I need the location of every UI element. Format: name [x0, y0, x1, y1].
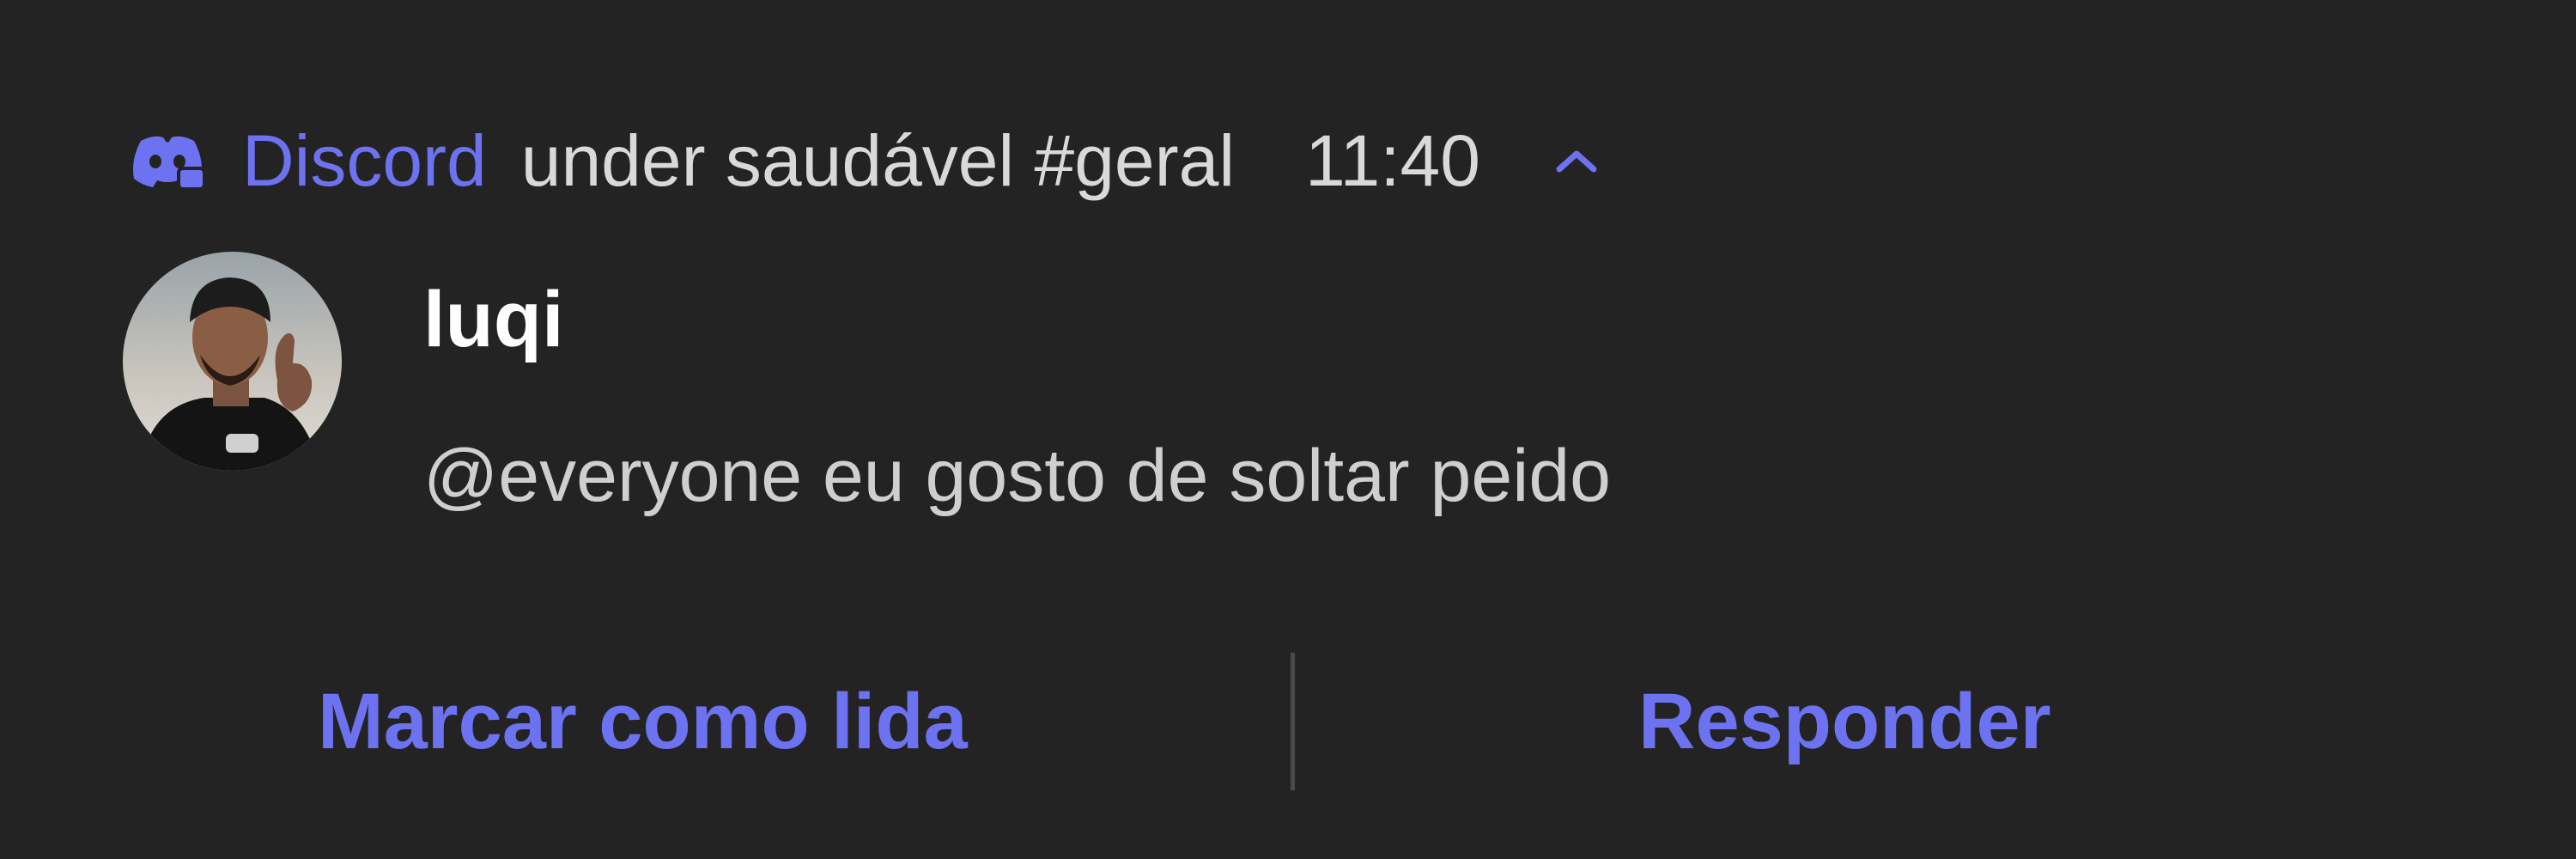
discord-notification[interactable]: Discord under saudável #geral 11:40 luqi… — [0, 0, 2576, 859]
chevron-up-icon[interactable] — [1551, 143, 1602, 178]
avatar[interactable] — [123, 252, 342, 471]
channel-name: under saudável #geral — [520, 119, 1235, 201]
app-name: Discord — [242, 119, 487, 201]
sender-name: luqi — [423, 276, 564, 363]
reply-button[interactable]: Responder — [1638, 653, 2051, 790]
mark-as-read-button[interactable]: Marcar como lida — [318, 653, 968, 790]
action-divider — [1291, 653, 1295, 790]
notification-time: 11:40 — [1305, 119, 1480, 201]
notification-actions: Marcar como lida Responder — [0, 653, 2576, 790]
notification-header: Discord under saudável #geral 11:40 — [129, 113, 1602, 208]
discord-icon — [129, 131, 206, 191]
message-text: @everyone eu gosto de soltar peido — [423, 435, 1611, 517]
